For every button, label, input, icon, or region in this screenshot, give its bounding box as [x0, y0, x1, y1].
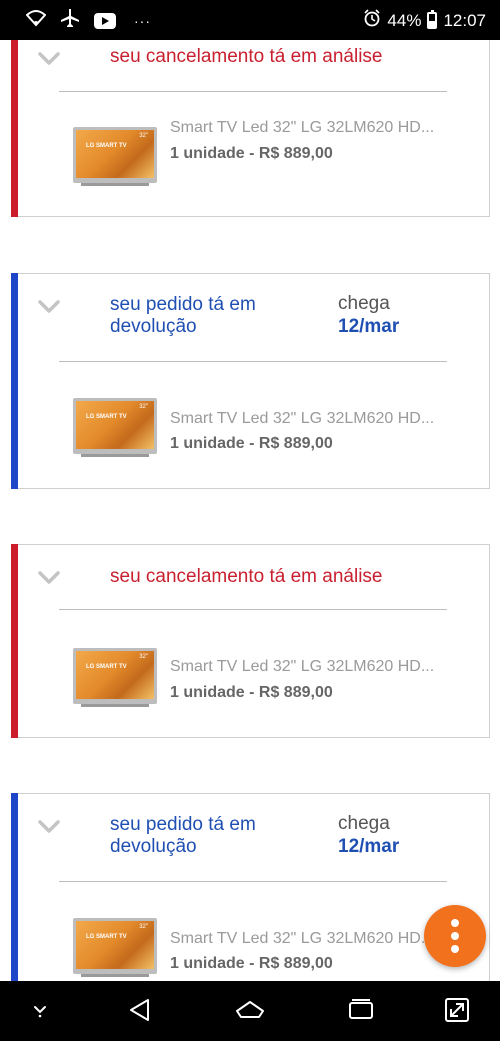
- more-vertical-icon-dot: [451, 932, 459, 940]
- alarm-icon: [363, 9, 381, 32]
- chevron-down-icon[interactable]: [38, 295, 60, 317]
- arrival-date: 12/mar: [338, 836, 400, 857]
- chevron-down-icon[interactable]: [38, 566, 60, 588]
- back-icon[interactable]: [125, 995, 155, 1025]
- product-image[interactable]: LG SMART TV 32": [73, 648, 157, 708]
- product-quantity-price: 1 unidade - R$ 889,00: [170, 684, 333, 701]
- notification-drawer-icon[interactable]: [25, 995, 55, 1025]
- order-card[interactable]: seu cancelamento tá em análise LG SMART …: [11, 544, 490, 738]
- more-vertical-icon-dot: [451, 945, 459, 953]
- order-status: seu pedido tá em devolução: [110, 294, 256, 338]
- product-image[interactable]: LG SMART TV 32": [73, 127, 157, 187]
- status-bar: ··· 44% 12:07: [0, 0, 500, 40]
- product-quantity-price: 1 unidade - R$ 889,00: [170, 145, 333, 162]
- product-image[interactable]: LG SMART TV 32": [73, 398, 157, 458]
- product-quantity-price: 1 unidade - R$ 889,00: [170, 435, 333, 452]
- more-vertical-icon: [451, 919, 459, 927]
- orders-list[interactable]: seu cancelamento tá em análise LG SMART …: [0, 40, 500, 981]
- divider: [59, 881, 447, 882]
- divider: [59, 361, 447, 362]
- status-accent-bar: [11, 793, 18, 981]
- order-status-line1: seu pedido tá em: [110, 294, 256, 315]
- order-status: seu pedido tá em devolução: [110, 814, 256, 858]
- product-quantity-price: 1 unidade - R$ 889,00: [170, 955, 333, 972]
- order-card[interactable]: seu pedido tá em devolução chega 12/mar …: [11, 793, 490, 981]
- home-icon[interactable]: [235, 995, 265, 1025]
- chevron-down-icon[interactable]: [38, 47, 60, 69]
- divider: [59, 91, 447, 92]
- battery-percentage: 44%: [387, 10, 422, 30]
- notification-overflow: ···: [134, 12, 151, 29]
- navigation-bar: [0, 981, 500, 1041]
- arrival-info: chega 12/mar: [338, 293, 399, 339]
- divider: [59, 609, 447, 610]
- order-card[interactable]: seu cancelamento tá em análise LG SMART …: [11, 40, 490, 217]
- order-status: seu cancelamento tá em análise: [110, 46, 383, 67]
- youtube-icon: [94, 12, 116, 29]
- product-name[interactable]: Smart TV Led 32" LG 32LM620 HD...: [170, 410, 440, 428]
- product-name[interactable]: Smart TV Led 32" LG 32LM620 HD...: [170, 658, 440, 676]
- expand-icon[interactable]: [442, 995, 472, 1025]
- more-options-button[interactable]: [424, 905, 486, 967]
- order-status-line2: devolução: [110, 836, 197, 857]
- product-name[interactable]: Smart TV Led 32" LG 32LM620 HD...: [170, 930, 440, 948]
- order-status-line1: seu pedido tá em: [110, 814, 256, 835]
- product-name[interactable]: Smart TV Led 32" LG 32LM620 HD...: [170, 119, 440, 137]
- product-image[interactable]: LG SMART TV 32": [73, 918, 157, 978]
- status-accent-bar: [11, 40, 18, 217]
- order-status-line2: devolução: [110, 316, 197, 337]
- wifi-icon: [25, 9, 47, 32]
- order-status: seu cancelamento tá em análise: [110, 566, 383, 587]
- airplane-icon: [60, 8, 80, 33]
- status-accent-bar: [11, 544, 18, 738]
- recents-icon[interactable]: [346, 995, 376, 1025]
- arrival-label: chega: [338, 293, 390, 314]
- clock: 12:07: [443, 10, 486, 30]
- chevron-down-icon[interactable]: [38, 815, 60, 837]
- order-card[interactable]: seu pedido tá em devolução chega 12/mar …: [11, 273, 490, 489]
- arrival-label: chega: [338, 813, 390, 834]
- arrival-info: chega 12/mar: [338, 813, 399, 859]
- status-accent-bar: [11, 273, 18, 489]
- arrival-date: 12/mar: [338, 316, 400, 337]
- battery-icon: [427, 10, 438, 29]
